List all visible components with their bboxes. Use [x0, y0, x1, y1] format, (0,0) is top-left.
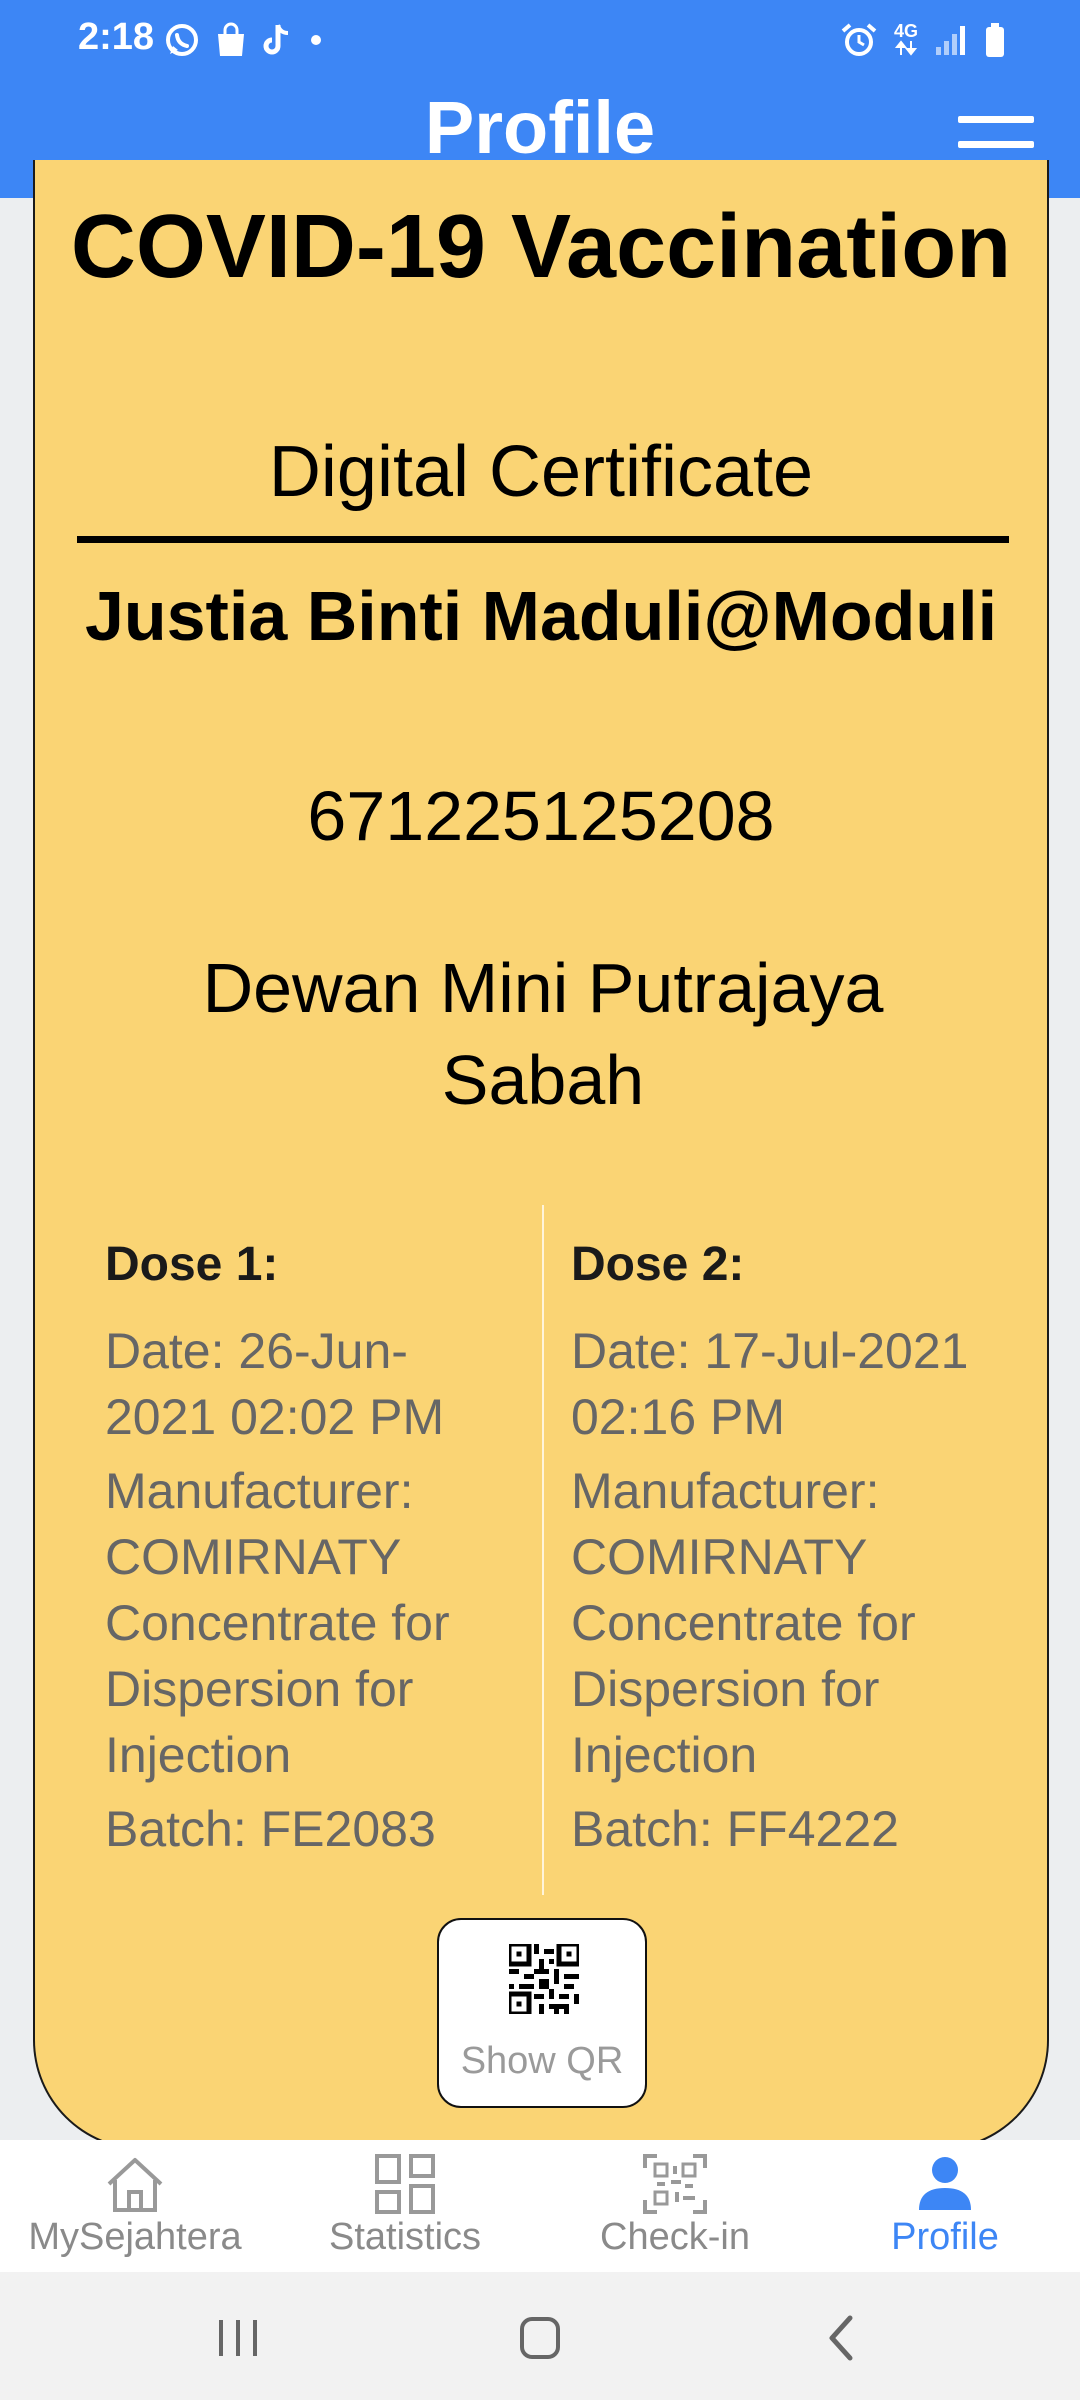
dot-icon — [311, 35, 321, 45]
battery-icon — [986, 23, 1004, 57]
dose-2-details: Dose 2: Date: 17-Jul-2021 02:16 PM Manuf… — [571, 1230, 981, 1870]
signal-icon — [936, 26, 965, 55]
recent-apps-icon[interactable] — [198, 2308, 278, 2368]
title-divider — [77, 536, 1009, 543]
dose-heading: Dose 2: — [571, 1238, 745, 1291]
nav-label: Statistics — [328, 2216, 482, 2258]
home-icon — [107, 2158, 163, 2212]
nav-label: MySejahtera — [28, 2216, 242, 2258]
certificate-subtitle: Digital Certificate — [268, 432, 814, 512]
shopping-bag-icon — [218, 22, 244, 56]
qr-code-icon — [509, 1944, 579, 2014]
qr-scan-icon — [643, 2154, 707, 2214]
back-icon[interactable] — [802, 2308, 882, 2368]
hamburger-icon — [958, 116, 1034, 123]
nav-item-check-in[interactable]: Check-in — [540, 2140, 810, 2272]
dose-date: Date: 17-Jul-2021 02:16 PM — [571, 1323, 969, 1445]
data-arrows-icon — [894, 39, 918, 56]
dose-divider — [542, 1205, 544, 1895]
network-type: 4G — [894, 22, 918, 59]
home-button-icon[interactable] — [500, 2308, 580, 2368]
nav-item-profile[interactable]: Profile — [810, 2140, 1080, 2272]
alarm-icon — [841, 23, 877, 56]
tiktok-icon — [263, 24, 289, 55]
vaccination-center: Dewan Mini Putrajaya Sabah — [202, 949, 884, 1119]
vaccination-certificate-card: COVID-19 Vaccination Digital Certificate… — [33, 160, 1049, 2150]
dose-date: Date: 26-Jun-2021 02:02 PM — [105, 1323, 445, 1445]
show-qr-label: Show QR — [460, 2040, 624, 2082]
dose-batch: Batch: FE2083 — [105, 1801, 436, 1857]
dose-1-details: Dose 1: Date: 26-Jun-2021 02:02 PM Manuf… — [105, 1230, 515, 1870]
dose-heading: Dose 1: — [105, 1238, 279, 1291]
system-status-icons: 4G — [840, 18, 1006, 62]
nav-label: Profile — [891, 2216, 999, 2258]
whatsapp-icon — [166, 24, 198, 56]
dose-manufacturer: Manufacturer: COMIRNATY Concentrate for … — [571, 1463, 916, 1783]
notification-icons — [164, 18, 326, 62]
status-bar: 2:18 4G — [0, 0, 1080, 80]
person-icon — [919, 2157, 971, 2210]
dose-manufacturer: Manufacturer: COMIRNATY Concentrate for … — [105, 1463, 450, 1783]
show-qr-button[interactable]: Show QR — [437, 1918, 647, 2108]
grid-icon — [375, 2154, 435, 2214]
holder-name: Justia Binti Maduli@Moduli — [84, 577, 998, 655]
dose-batch: Batch: FF4222 — [571, 1801, 899, 1857]
bottom-navigation: MySejahtera Statistics Check-in Profile — [0, 2140, 1080, 2272]
status-time: 2:18 — [78, 16, 155, 58]
holder-id-number: 671225125208 — [307, 777, 775, 855]
nav-label: Check-in — [600, 2216, 750, 2258]
nav-item-mysejahtera[interactable]: MySejahtera — [0, 2140, 270, 2272]
nav-item-statistics[interactable]: Statistics — [270, 2140, 540, 2272]
system-navigation-bar — [0, 2272, 1080, 2400]
certificate-title: COVID-19 Vaccination — [70, 197, 1012, 297]
